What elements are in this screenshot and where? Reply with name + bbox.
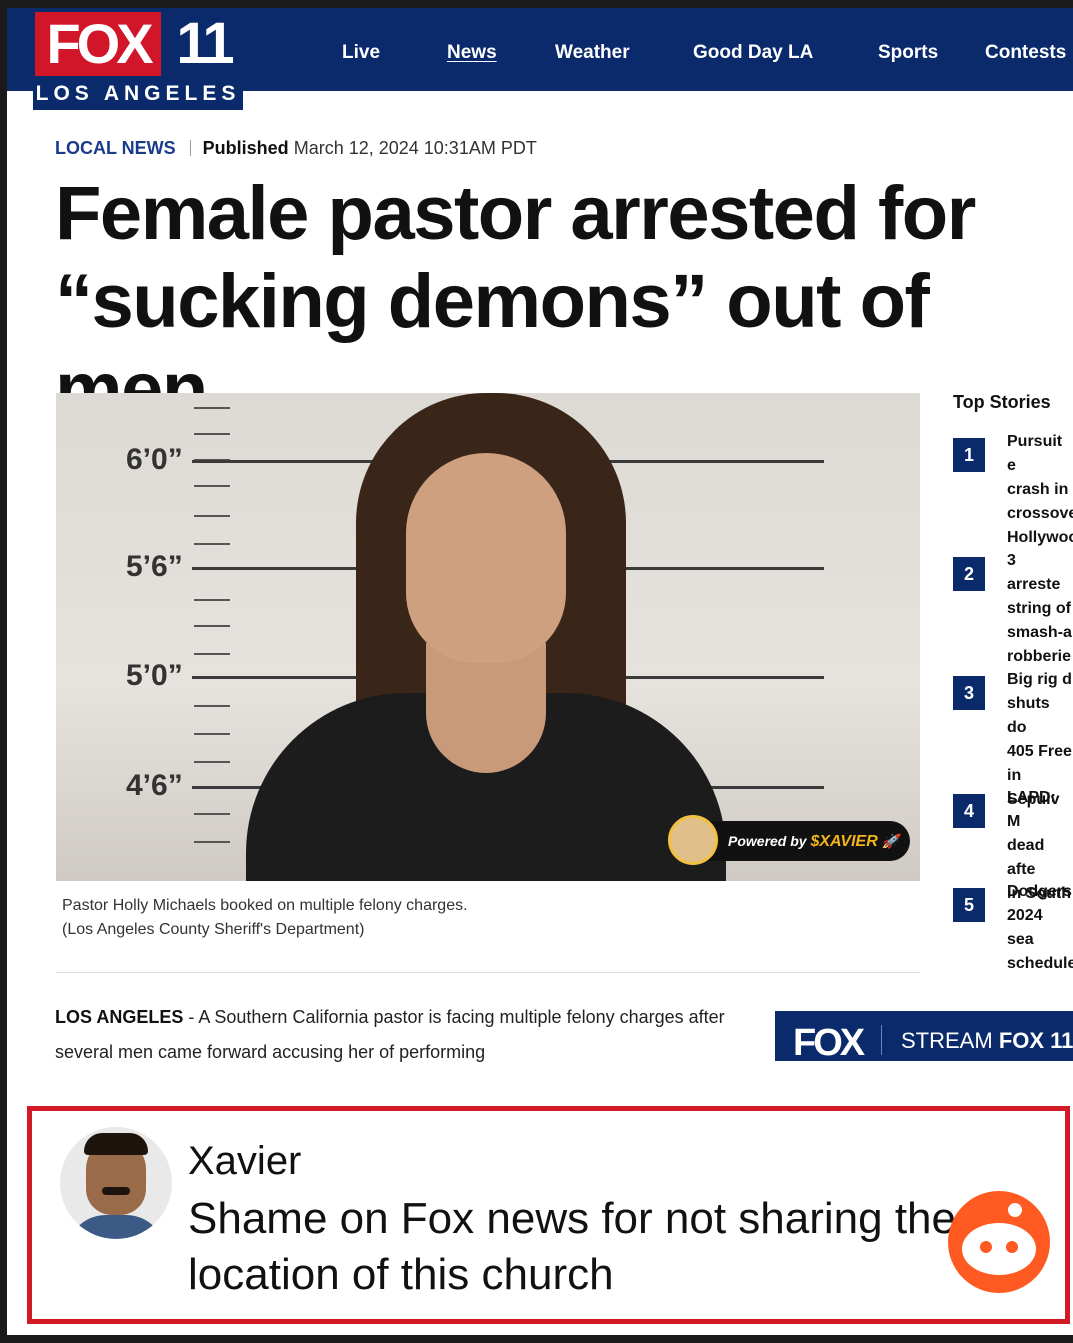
- height-label: 5’0”: [126, 659, 183, 692]
- logo-number: 11: [176, 11, 234, 76]
- comment-author[interactable]: Xavier: [188, 1137, 301, 1185]
- category-link[interactable]: LOCAL NEWS: [55, 138, 176, 158]
- story-title[interactable]: Pursuit e crash in crossove Hollywoo: [1007, 430, 1073, 550]
- reddit-icon: [948, 1191, 1050, 1293]
- stream-fox-logo: FOX: [793, 1022, 865, 1061]
- stream-label: STREAM: [901, 1028, 993, 1053]
- logo-fox-text: FOX: [35, 12, 161, 76]
- stream-fox11-banner[interactable]: FOX STREAM FOX 11: [775, 1011, 1073, 1061]
- story-number: 5: [953, 888, 985, 922]
- photo-caption: Pastor Holly Michaels booked on multiple…: [62, 894, 922, 942]
- badge-prefix: Powered by: [728, 833, 807, 849]
- nav-news[interactable]: News: [447, 38, 497, 68]
- height-label: 6’0”: [126, 443, 183, 476]
- stream-divider: [881, 1025, 882, 1055]
- story-title[interactable]: 3 arreste string of smash-a robberie: [1007, 549, 1073, 669]
- story-number: 4: [953, 794, 985, 828]
- nav-live[interactable]: Live: [342, 38, 380, 68]
- logo-city: LOS ANGELES: [33, 78, 243, 110]
- height-label: 4’6”: [126, 769, 183, 802]
- article-meta: LOCAL NEWS Published March 12, 2024 10:31…: [55, 136, 537, 160]
- avatar[interactable]: [60, 1127, 172, 1239]
- story-number: 3: [953, 676, 985, 710]
- divider: [56, 972, 920, 973]
- powered-by-badge: Powered by $XAVIER 🚀: [668, 815, 910, 865]
- story-number: 2: [953, 557, 985, 591]
- height-label: 5’6”: [126, 550, 183, 583]
- comment-text: Shame on Fox news for not sharing the lo…: [188, 1194, 956, 1299]
- rocket-icon: 🚀: [881, 833, 900, 849]
- caption-line: Pastor Holly Michaels booked on multiple…: [62, 897, 468, 914]
- top-stories-title: Top Stories: [953, 392, 1051, 412]
- caption-credit: (Los Angeles County Sheriff's Department…: [62, 921, 365, 938]
- published-date: March 12, 2024 10:31AM PDT: [293, 138, 537, 158]
- badge-avatar: [668, 815, 718, 865]
- story-number: 1: [953, 438, 985, 472]
- stream-channel: FOX 11: [998, 1028, 1073, 1053]
- fox11-logo[interactable]: FOX 11 LOS ANGELES: [33, 10, 243, 112]
- nav-sports[interactable]: Sports: [878, 38, 938, 68]
- nav-good-day-la[interactable]: Good Day LA: [693, 38, 813, 68]
- mugshot-image[interactable]: 6’0” 5’6” 5’0” 4’6” Powered by $XAVIER 🚀: [56, 393, 920, 881]
- dateline: LOS ANGELES: [55, 1007, 184, 1027]
- published-label: Published: [202, 138, 289, 158]
- comment-card: Xavier Shame on Fox news for not sharing…: [27, 1106, 1070, 1324]
- nav-weather[interactable]: Weather: [555, 38, 630, 68]
- person-face: [406, 453, 566, 663]
- story-title[interactable]: Dodgers 2024 sea schedule: [1007, 880, 1073, 976]
- dateline-sep: -: [183, 1007, 199, 1027]
- meta-divider: [189, 140, 191, 156]
- badge-brand: $XAVIER: [810, 833, 878, 850]
- nav-contests[interactable]: Contests: [985, 38, 1066, 68]
- article-lede: LOS ANGELES - A Southern California past…: [55, 1000, 745, 1070]
